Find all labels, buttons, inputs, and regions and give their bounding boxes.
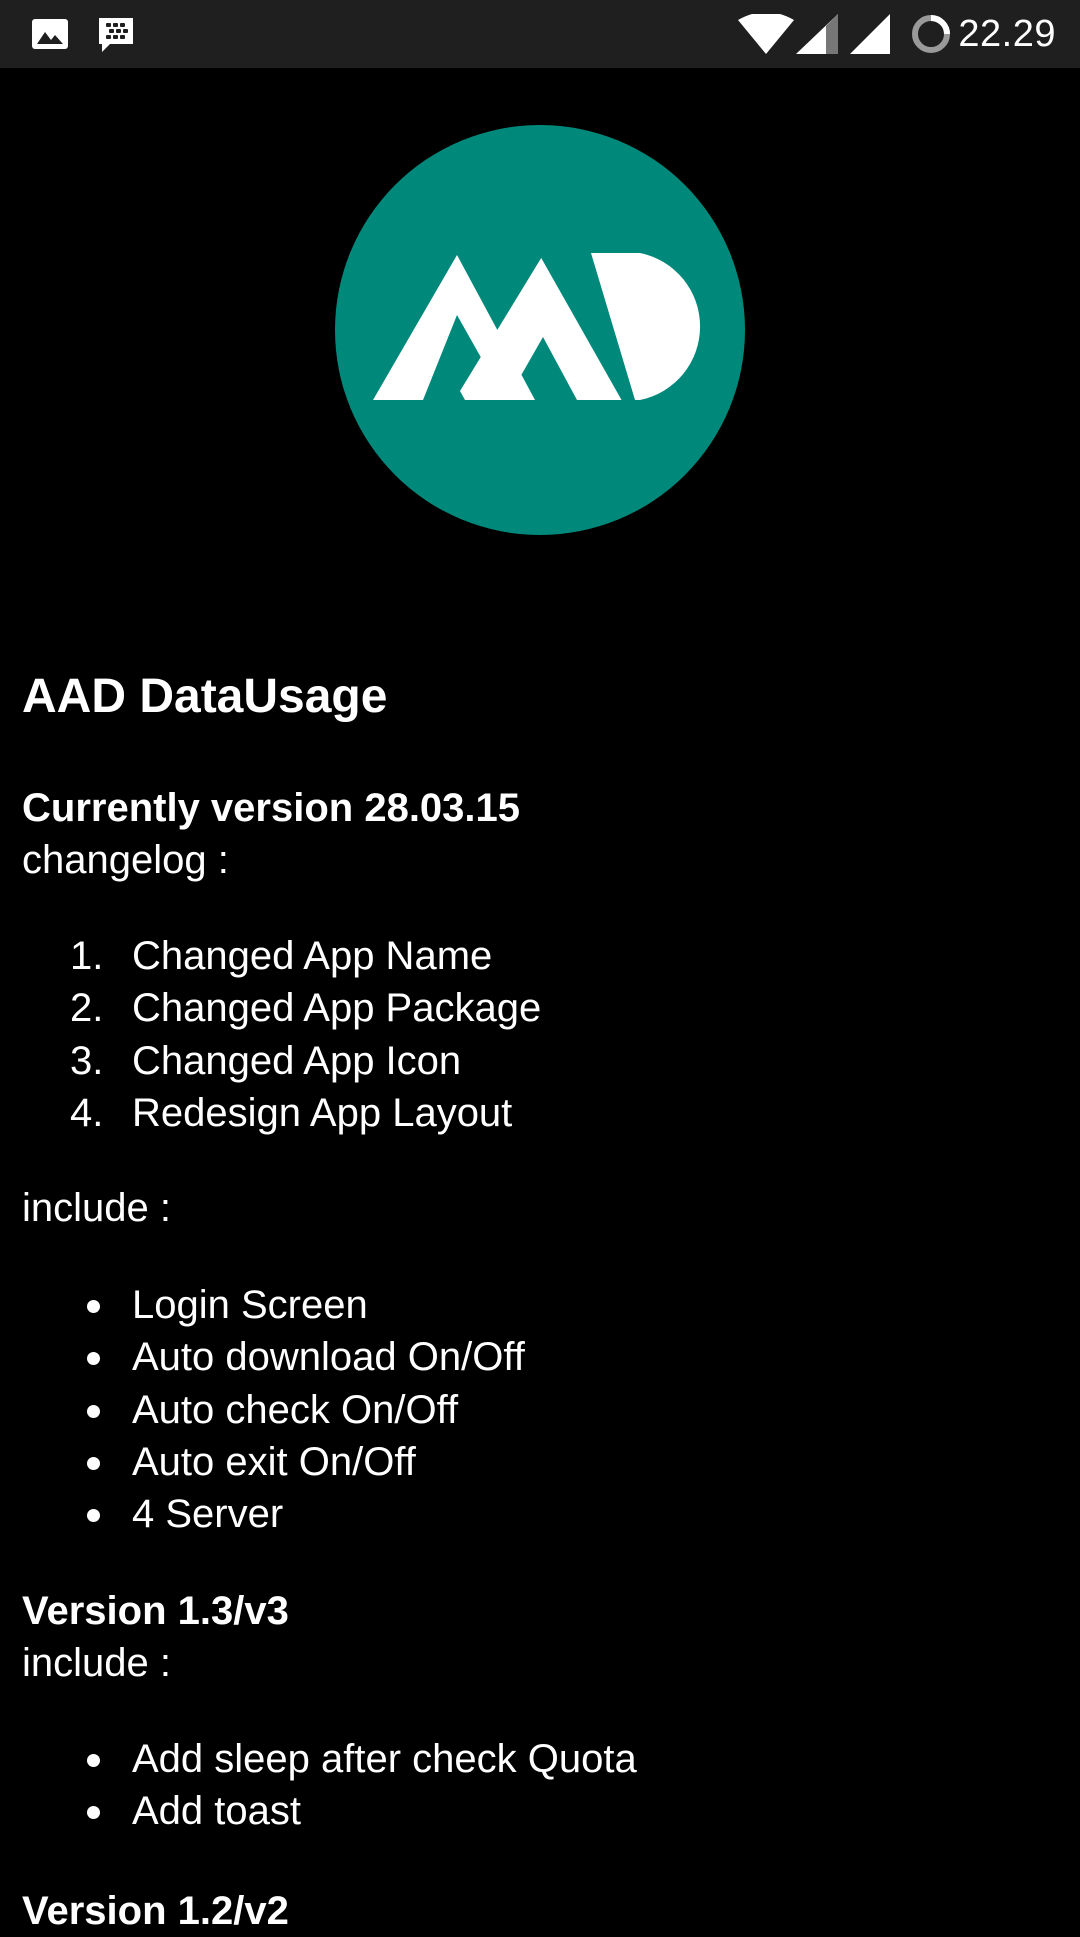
list-number: 3. [70,1038,104,1083]
include-label: include : [22,1186,171,1230]
list-item-text: Redesign App Layout [132,1090,513,1135]
bullet [87,1509,100,1523]
include-list: Login Screen Auto download On/Off Auto c… [22,1279,1062,1540]
bullet [87,1300,100,1313]
include-label: include : [22,1641,171,1685]
signal-icon-2 [850,14,890,54]
list-item: Auto download On/Off [22,1331,1062,1383]
list-item-text: Login Screen [132,1283,368,1327]
list-item-text: Changed App Name [132,934,493,978]
changelog-list: 1. Changed App Name 2. Changed App Package… [22,930,1062,1139]
version-1-2-block: Version 1.2/v2 [22,1885,1062,1937]
list-item: 4 Server [22,1488,1062,1540]
list-item-text: Changed App Package [132,986,542,1031]
list-item-text: Add toast [132,1789,302,1834]
list-item-text: Add sleep after check Quota [132,1737,637,1781]
list-item: 1. Changed App Name [22,930,1062,982]
list-item: 2. Changed App Package [22,982,1062,1034]
image-icon [32,19,68,49]
bullet [87,1456,100,1470]
bullet [87,1404,100,1418]
list-item: Auto check On/Off [22,1384,1062,1436]
include-block: include : [22,1182,1062,1234]
aad-logo-icon [335,125,745,535]
clock: 22.29 [958,13,1056,55]
current-version-block: Currently version 28.03.15 changelog : [22,782,1062,886]
current-version-heading: Currently version 28.03.15 [22,786,521,830]
status-bar: 22.29 [0,0,1080,68]
version-1-2-heading: Version 1.2/v2 [22,1889,289,1933]
signal-icon-1 [796,14,838,54]
version-1-3-list: Add sleep after check Quota Add toast [22,1733,1062,1838]
bullet [87,1352,100,1366]
list-number: 2. [70,986,104,1031]
list-item: 4. Redesign App Layout [22,1087,1062,1139]
bullet [87,1754,100,1767]
version-1-3-heading: Version 1.3/v3 [22,1589,289,1633]
version-1-3-block: Version 1.3/v3 include : [22,1585,1062,1689]
list-item-text: 4 Server [132,1492,284,1537]
sync-icon [912,15,950,53]
list-item-text: Changed App Icon [132,1038,462,1083]
list-number: 4. [70,1090,104,1135]
list-item-text: Auto download On/Off [132,1335,525,1380]
list-number: 1. [70,934,104,978]
app-title: AAD DataUsage [22,670,388,723]
list-item: Add toast [22,1785,1062,1837]
bbm-icon [99,18,133,52]
list-item: Auto exit On/Off [22,1436,1062,1488]
list-item: Login Screen [22,1279,1062,1331]
bullet [87,1806,100,1820]
app-logo [335,125,745,535]
changelog-label: changelog : [22,838,229,882]
list-item: 3. Changed App Icon [22,1035,1062,1087]
list-item-text: Auto exit On/Off [132,1439,416,1484]
wifi-icon [738,14,794,54]
list-item: Add sleep after check Quota [22,1733,1062,1785]
list-item-text: Auto check On/Off [132,1387,459,1432]
